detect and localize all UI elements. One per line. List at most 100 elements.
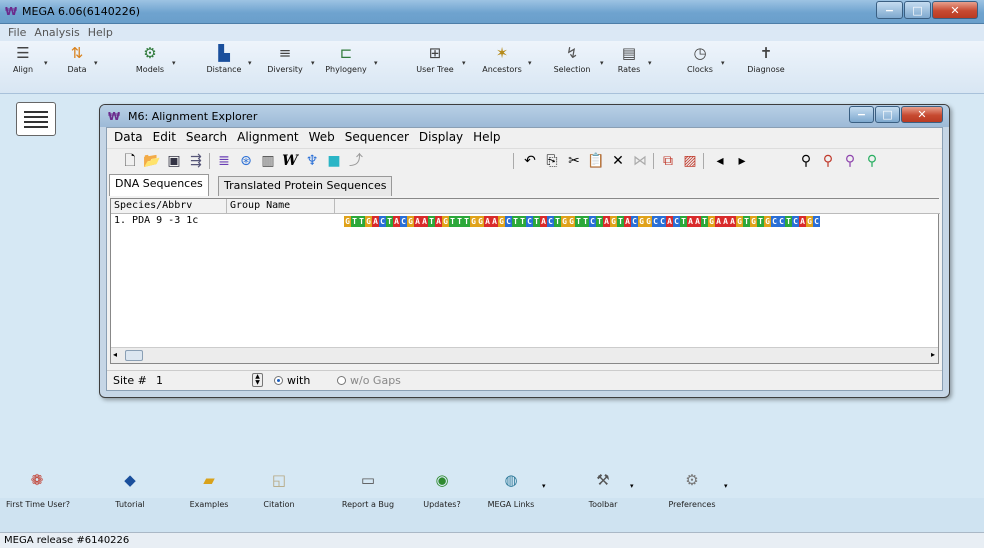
nucleotide-cell[interactable]: T	[757, 216, 764, 227]
add-from-file-icon[interactable]: ▨	[681, 152, 699, 170]
dropdown-arrow-icon[interactable]: ▾	[94, 59, 98, 67]
nucleotide-cell[interactable]: T	[575, 216, 582, 227]
quickbar-report-a-bug-button[interactable]: ▭ Report a Bug	[334, 468, 402, 509]
nucleotide-cell[interactable]: T	[582, 216, 589, 227]
dropdown-arrow-icon[interactable]: ▾	[721, 59, 725, 67]
nucleotide-cell[interactable]: T	[617, 216, 624, 227]
clustal-icon[interactable]: ▥	[259, 152, 277, 170]
nucleotide-cell[interactable]: T	[519, 216, 526, 227]
menu-data[interactable]: Data	[109, 128, 148, 148]
nucleotide-cell[interactable]: T	[358, 216, 365, 227]
nucleotide-cell[interactable]: A	[540, 216, 547, 227]
tab-dna-sequences[interactable]: DNA Sequences	[109, 174, 209, 196]
delete-gap-icon[interactable]: ⋈	[631, 152, 649, 170]
nucleotide-cell[interactable]: G	[568, 216, 575, 227]
nucleotide-cell[interactable]: C	[813, 216, 820, 227]
toolbar-distance-button[interactable]: ▙ Distance ▾	[204, 43, 252, 91]
align-icon[interactable]: ≣	[215, 152, 233, 170]
dropdown-arrow-icon[interactable]: ▾	[462, 59, 466, 67]
horizontal-scrollbar[interactable]: ◂ ▸	[111, 347, 938, 363]
quickbar-tutorial-button[interactable]: ◆ Tutorial	[102, 468, 158, 509]
dropdown-arrow-icon[interactable]: ▾	[542, 482, 546, 490]
toolbar-phylogeny-button[interactable]: ⊏ Phylogeny ▾	[322, 43, 377, 91]
nucleotide-cell[interactable]: T	[533, 216, 540, 227]
toolbar-diversity-button[interactable]: ≡ Diversity ▾	[263, 43, 314, 91]
unmark-icon[interactable]: ⤴	[347, 152, 365, 170]
nucleotide-cell[interactable]: T	[512, 216, 519, 227]
nucleotide-cell[interactable]: G	[365, 216, 372, 227]
nucleotide-cell[interactable]: T	[785, 216, 792, 227]
nucleotide-cell[interactable]: A	[666, 216, 673, 227]
nucleotide-cell[interactable]: T	[449, 216, 456, 227]
nucleotide-cell[interactable]: G	[477, 216, 484, 227]
scroll-left-icon[interactable]: ◂	[113, 350, 117, 359]
toolbar-diagnose-button[interactable]: ✝ Diagnose	[741, 43, 791, 91]
nucleotide-cell[interactable]: G	[708, 216, 715, 227]
nucleotide-cell[interactable]: G	[645, 216, 652, 227]
column-group-name[interactable]: Group Name	[227, 199, 335, 214]
nucleotide-cell[interactable]: C	[771, 216, 778, 227]
toolbar-ancestors-button[interactable]: ✶ Ancestors ▾	[480, 43, 531, 91]
scrollbar-thumb[interactable]	[125, 350, 143, 361]
dropdown-arrow-icon[interactable]: ▾	[528, 59, 532, 67]
find-icon[interactable]: ⚲	[797, 152, 815, 170]
find-next-icon[interactable]: ⚲	[841, 152, 859, 170]
save-icon[interactable]: ▣	[165, 152, 183, 170]
muscle-icon[interactable]: ♆	[303, 152, 321, 170]
nucleotide-cell[interactable]: C	[659, 216, 666, 227]
cut-icon[interactable]: ✂	[565, 152, 583, 170]
menu-help-child[interactable]: Help	[468, 128, 505, 148]
nucleotide-cell[interactable]: C	[526, 216, 533, 227]
dropdown-arrow-icon[interactable]: ▾	[172, 59, 176, 67]
nucleotide-cell[interactable]: T	[680, 216, 687, 227]
new-file-icon[interactable]: 🗋	[121, 152, 139, 170]
nucleotide-cell[interactable]: G	[470, 216, 477, 227]
nucleotide-cell[interactable]: C	[400, 216, 407, 227]
nucleotide-cell[interactable]: G	[407, 216, 414, 227]
row-group-name[interactable]	[227, 214, 335, 229]
quickbar-toolbar-button[interactable]: ⚒ Toolbar ▾	[578, 468, 634, 509]
nucleotide-cell[interactable]: C	[673, 216, 680, 227]
site-spinner[interactable]: ▲ ▼	[252, 373, 263, 387]
nucleotide-cell[interactable]: C	[652, 216, 659, 227]
notes-icon[interactable]	[16, 102, 56, 136]
nucleotide-cell[interactable]: T	[743, 216, 750, 227]
find-motif-icon[interactable]: ⚲	[863, 152, 881, 170]
export-icon[interactable]: ⇶	[187, 152, 205, 170]
nucleotide-cell[interactable]: A	[729, 216, 736, 227]
close-button[interactable]: ✕	[932, 1, 978, 19]
mark-site-icon[interactable]: ■	[325, 152, 343, 170]
toolbar-selection-button[interactable]: ↯ Selection ▾	[548, 43, 604, 91]
nucleotide-cell[interactable]: G	[498, 216, 505, 227]
nucleotide-cell[interactable]: A	[715, 216, 722, 227]
quickbar-updates-button[interactable]: ◉ Updates?	[416, 468, 468, 509]
nucleotide-cell[interactable]: T	[351, 216, 358, 227]
quickbar-citation-button[interactable]: ◱ Citation	[254, 468, 304, 509]
menu-alignment[interactable]: Alignment	[232, 128, 303, 148]
nucleotide-cell[interactable]: A	[799, 216, 806, 227]
quickbar-examples-button[interactable]: ▰ Examples	[182, 468, 236, 509]
menu-edit[interactable]: Edit	[148, 128, 181, 148]
muscle-w-icon[interactable]: W	[281, 152, 299, 170]
toolbar-user-tree-button[interactable]: ⊞ User Tree ▾	[412, 43, 465, 91]
nucleotide-cell[interactable]: G	[750, 216, 757, 227]
nucleotide-cell[interactable]: G	[344, 216, 351, 227]
nucleotide-cell[interactable]: T	[596, 216, 603, 227]
nucleotide-cell[interactable]: A	[414, 216, 421, 227]
dropdown-arrow-icon[interactable]: ▾	[600, 59, 604, 67]
nucleotide-cell[interactable]: A	[624, 216, 631, 227]
nucleotide-cell[interactable]: G	[736, 216, 743, 227]
dropdown-arrow-icon[interactable]: ▾	[724, 482, 728, 490]
row-species-label[interactable]: 1. PDA 9 -3 1c	[111, 214, 227, 229]
tab-translated-protein-sequences[interactable]: Translated Protein Sequences	[218, 176, 393, 196]
child-close-button[interactable]: ✕	[901, 106, 943, 123]
nucleotide-cell[interactable]: T	[386, 216, 393, 227]
quickbar-preferences-button[interactable]: ⚙ Preferences ▾	[662, 468, 727, 509]
nucleotide-cell[interactable]: A	[435, 216, 442, 227]
nucleotide-cell[interactable]: T	[463, 216, 470, 227]
nucleotide-cell[interactable]: A	[603, 216, 610, 227]
menu-display[interactable]: Display	[414, 128, 468, 148]
dropdown-arrow-icon[interactable]: ▾	[630, 482, 634, 490]
child-maximize-button[interactable]: □	[875, 106, 900, 123]
nucleotide-cell[interactable]: C	[547, 216, 554, 227]
